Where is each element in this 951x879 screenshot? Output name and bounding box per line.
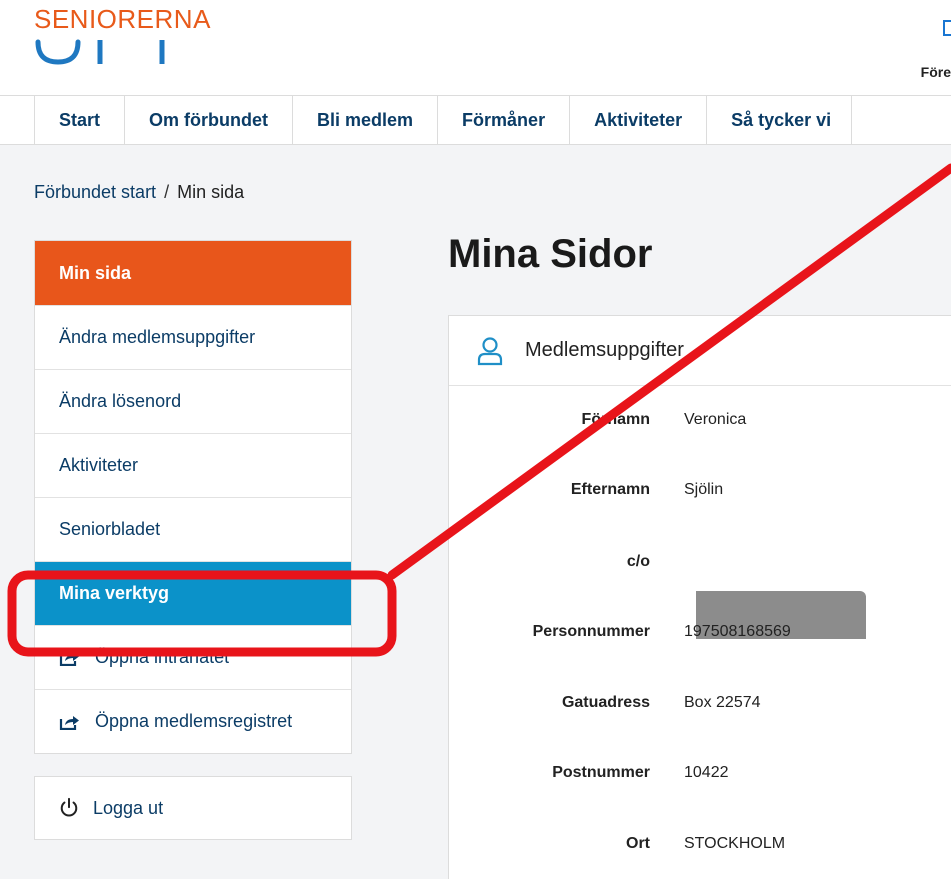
- sidebar-item-seniorbladet[interactable]: Seniorbladet: [35, 497, 351, 561]
- field-row-gatuadress: Gatuadress Box 22574: [449, 688, 951, 718]
- field-value: Sjölin: [684, 481, 724, 498]
- site-header: SENIORERNA Före: [0, 0, 951, 96]
- field-value: STOCKHOLM: [684, 835, 786, 852]
- header-right-text[interactable]: Före: [921, 64, 951, 80]
- nav-item-sa-tycker-vi[interactable]: Så tycker vi: [707, 96, 853, 144]
- field-label: Personnummer: [532, 623, 650, 640]
- sidebar: Min sida Ändra medlemsuppgifter Ändra lö…: [34, 240, 352, 840]
- sidebar-item-aktiviteter[interactable]: Aktiviteter: [35, 433, 351, 497]
- seniorerna-logo[interactable]: SENIORERNA: [34, 4, 211, 65]
- external-link-icon: [59, 715, 79, 730]
- field-row-personnummer: Personnummer 197508168569: [449, 617, 951, 647]
- field-value: 197508168569: [684, 623, 791, 640]
- sidebar-item-oppna-medlemsregistret[interactable]: Öppna medlemsregistret: [35, 689, 351, 753]
- field-label: c/o: [626, 553, 650, 570]
- external-link-icon: [59, 651, 79, 666]
- field-label: Efternamn: [570, 481, 650, 498]
- nav-item-start[interactable]: Start: [35, 96, 126, 144]
- logout-group: Logga ut: [34, 776, 352, 840]
- sidebar-item-label: Öppna medlemsregistret: [95, 711, 293, 731]
- sidebar-item-oppna-intranatet[interactable]: Öppna intranätet: [35, 625, 351, 689]
- logout-button[interactable]: Logga ut: [35, 777, 351, 839]
- field-label: Postnummer: [552, 764, 650, 781]
- sidebar-item-andra-losenord[interactable]: Ändra lösenord: [35, 369, 351, 433]
- field-row-postnummer: Postnummer 10422: [449, 758, 951, 788]
- user-icon: [477, 336, 503, 365]
- field-row-co: c/o: [449, 547, 951, 577]
- card-title: Medlemsuppgifter: [525, 339, 684, 361]
- field-value: 10422: [684, 764, 729, 781]
- field-label: Ort: [626, 835, 650, 852]
- sidebar-menu: Min sida Ändra medlemsuppgifter Ändra lö…: [34, 240, 352, 754]
- field-row-efternamn: Efternamn Sjölin: [449, 475, 951, 505]
- sidebar-item-label: Öppna intranätet: [95, 647, 230, 667]
- power-icon: [60, 797, 78, 817]
- field-value: Veronica: [684, 411, 747, 428]
- page-title: Mina Sidor: [448, 232, 653, 276]
- field-row-ort: Ort STOCKHOLM: [449, 829, 951, 859]
- breadcrumb-separator: /: [164, 182, 170, 202]
- nav-item-om-forbundet[interactable]: Om förbundet: [125, 96, 294, 144]
- nav-item-formaner[interactable]: Förmåner: [438, 96, 571, 144]
- sidebar-item-mina-verktyg[interactable]: Mina verktyg: [35, 561, 351, 625]
- field-value: Box 22574: [684, 694, 761, 711]
- field-row-fornamn: Förnamn Veronica: [449, 405, 951, 435]
- card-header: Medlemsuppgifter: [449, 316, 951, 386]
- field-label: Förnamn: [581, 411, 650, 428]
- breadcrumb-home-link[interactable]: Förbundet start: [34, 182, 156, 202]
- member-details-card: Medlemsuppgifter Förnamn Veronica Eftern…: [448, 315, 951, 879]
- logo-mark-icon: [35, 39, 165, 65]
- main-navigation: Start Om förbundet Bli medlem Förmåner A…: [0, 96, 951, 145]
- sidebar-item-andra-medlemsuppgifter[interactable]: Ändra medlemsuppgifter: [35, 305, 351, 369]
- logout-label: Logga ut: [93, 797, 164, 818]
- breadcrumb: Förbundet start / Min sida: [34, 182, 244, 203]
- nav-item-bli-medlem[interactable]: Bli medlem: [293, 96, 439, 144]
- logo-text: SENIORERNA: [34, 4, 211, 34]
- field-label: Gatuadress: [561, 694, 650, 711]
- sidebar-item-min-sida[interactable]: Min sida: [35, 241, 351, 305]
- header-link-icon[interactable]: [943, 20, 951, 36]
- nav-item-aktiviteter[interactable]: Aktiviteter: [570, 96, 708, 144]
- breadcrumb-current: Min sida: [177, 182, 245, 202]
